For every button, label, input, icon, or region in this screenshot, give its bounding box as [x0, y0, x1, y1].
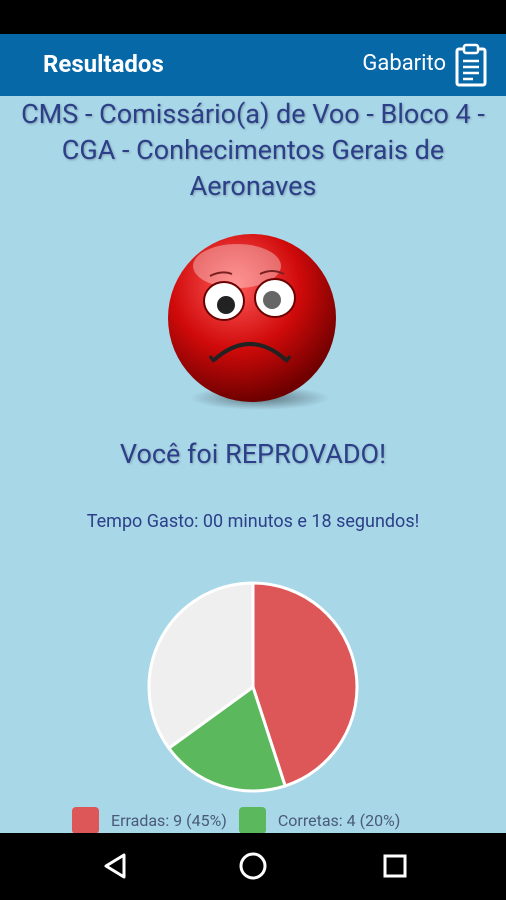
recents-square-icon[interactable]: [380, 851, 410, 881]
page-title: Resultados: [43, 50, 164, 78]
app-bar: Resultados Gabarito: [0, 34, 506, 96]
results-content: CMS - Comissário(a) de Voo - Bloco 4 - C…: [0, 96, 506, 833]
legend-item-erradas: Erradas: 9 (45%): [72, 806, 227, 833]
chart-legend: Erradas: 9 (45%) Corretas: 4 (20%): [72, 806, 412, 833]
clipboard-icon[interactable]: [454, 43, 488, 87]
home-circle-icon[interactable]: [238, 851, 268, 881]
legend-item-corretas: Corretas: 4 (20%): [238, 806, 401, 833]
results-pie-chart: [147, 581, 359, 793]
quiz-title: CMS - Comissário(a) de Voo - Bloco 4 - C…: [21, 98, 485, 202]
status-bar: [0, 0, 506, 34]
legend-swatch-erradas: [72, 806, 99, 833]
time-spent: Tempo Gasto: 00 minutos e 18 segundos!: [86, 511, 420, 532]
legend-swatch-corretas: [238, 806, 266, 833]
sad-face-icon: [168, 234, 336, 410]
gabarito-button[interactable]: Gabarito: [362, 51, 446, 76]
legend-label-erradas: Erradas: 9 (45%): [111, 810, 227, 830]
back-triangle-icon[interactable]: [100, 851, 130, 881]
result-message: Você foi REPROVADO!: [119, 438, 387, 470]
navigation-bar: [0, 833, 506, 900]
legend-label-corretas: Corretas: 4 (20%): [277, 810, 401, 830]
